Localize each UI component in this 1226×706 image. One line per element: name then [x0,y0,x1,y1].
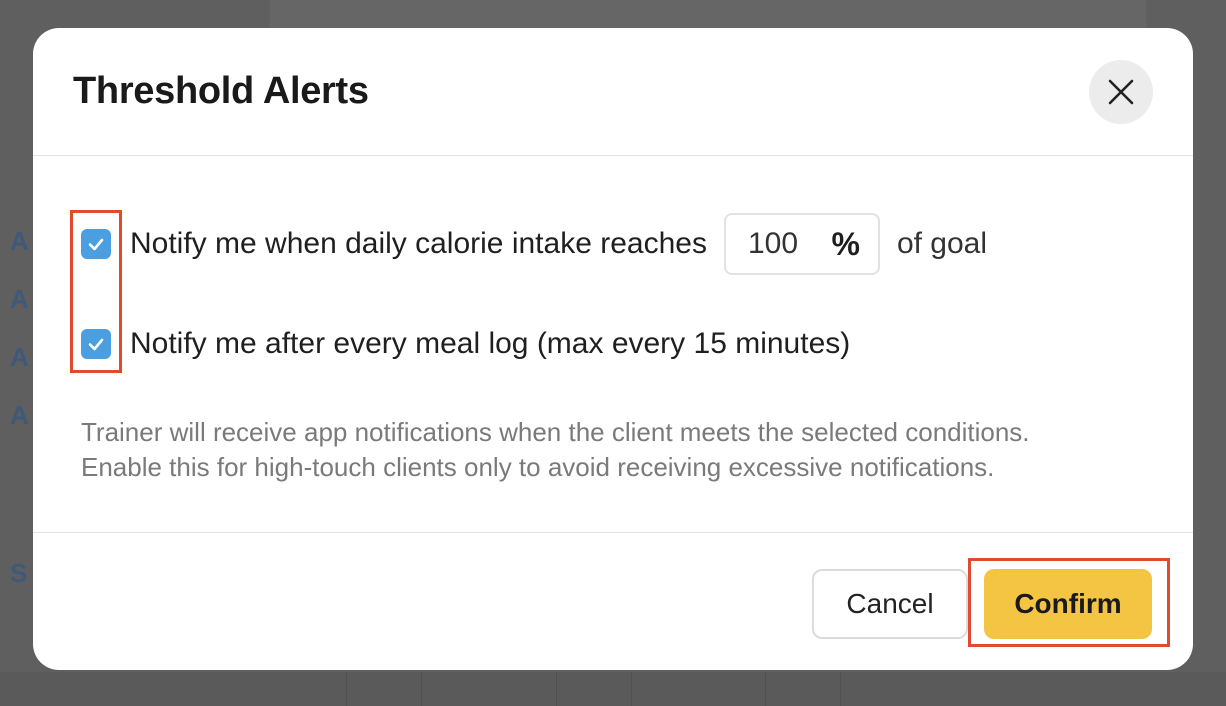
confirm-button[interactable]: Confirm [984,569,1152,639]
cancel-button[interactable]: Cancel [812,569,968,639]
meal-log-option: Notify me after every meal log (max ever… [81,327,850,361]
checkmark-icon [88,238,104,251]
background-nav-item: A [10,400,29,430]
close-button[interactable] [1089,60,1153,124]
help-text-line: Enable this for high-touch clients only … [81,452,995,482]
of-goal-label: of goal [896,227,988,260]
background-table-cell [765,672,841,706]
background-table-cell [346,672,422,706]
checkmark-icon [88,338,104,351]
calorie-threshold-option: Notify me when daily calorie intake reac… [81,213,987,275]
help-text: Trainer will receive app notifications w… [81,415,1161,485]
background-nav-item: A [10,342,29,372]
help-text-line: Trainer will receive app notifications w… [81,417,1030,447]
background-nav-item: A [10,226,29,256]
threshold-alerts-dialog: Threshold Alerts Notify me when daily ca… [33,28,1193,670]
close-icon [1108,79,1134,105]
meal-log-label: Notify me after every meal log (max ever… [130,327,851,360]
background-header-panel [270,0,1146,30]
background-nav-item: A [10,284,29,314]
background-table-cell [556,672,632,706]
calorie-threshold-checkbox[interactable] [81,229,111,259]
calorie-percent-input[interactable]: 100 % [723,213,880,275]
percent-unit: % [831,225,860,262]
meal-log-checkbox[interactable] [81,329,111,359]
calorie-percent-value: 100 [747,227,799,260]
dialog-footer: Cancel Confirm [33,532,1193,670]
calorie-threshold-label: Notify me when daily calorie intake reac… [130,227,707,260]
dialog-title: Threshold Alerts [73,70,369,112]
background-nav-item: S [10,558,28,588]
dialog-header: Threshold Alerts [33,28,1193,156]
